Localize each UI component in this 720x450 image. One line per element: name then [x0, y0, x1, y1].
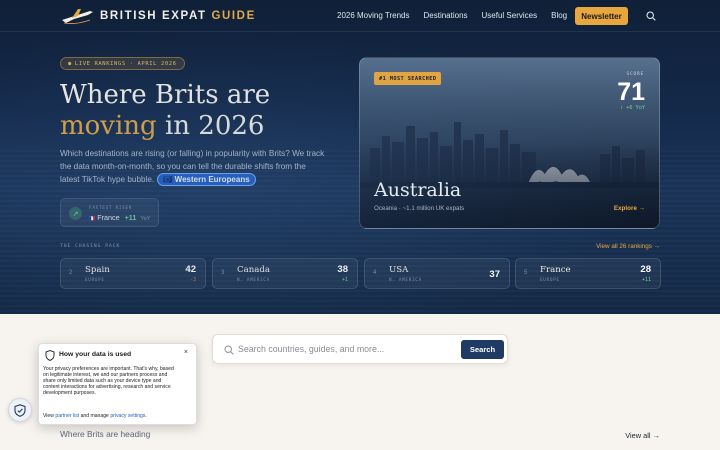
section-view-all-link[interactable]: View all →: [625, 431, 660, 440]
rank-delta: +11: [641, 277, 651, 283]
fastest-riser-value: 🇫🇷 France +11 YoY: [89, 213, 150, 222]
featured-destination-meta: Oceania · ~1.1 million UK expats: [374, 205, 465, 212]
newsletter-button[interactable]: Newsletter: [575, 7, 628, 25]
rank-country: USA: [389, 265, 409, 275]
rank-score: 38: [337, 264, 348, 275]
rank-number: 2: [69, 270, 73, 276]
section-subtitle: Where Brits are heading: [60, 429, 151, 439]
nav-link-useful-services[interactable]: Useful Services: [482, 11, 538, 20]
rank-score: 28: [640, 264, 651, 275]
privacy-consent-dialog: How your data is used × Your privacy pre…: [38, 343, 197, 425]
rank-card-canada[interactable]: 3 Canada N. AMERICA 38 +1: [212, 258, 358, 289]
nav-link-blog[interactable]: Blog: [551, 11, 567, 20]
explore-link[interactable]: Explore →: [614, 205, 645, 212]
consent-footer-text: and manage: [79, 413, 111, 419]
rank-score: 42: [185, 264, 196, 275]
fastest-riser-card[interactable]: ↗ FASTEST RISER 🇫🇷 France +11 YoY: [60, 198, 159, 227]
page-title: Where Brits are moving in 2026: [60, 80, 270, 142]
privacy-settings-button[interactable]: [8, 398, 32, 422]
western-europeans-tag[interactable]: 🇪🇺 Western Europeans: [156, 173, 256, 186]
rank-region: EUROPE: [540, 278, 560, 283]
hero-section: BRITISH EXPAT GUIDE 2026 Moving Trends D…: [0, 0, 720, 314]
rank-card-usa[interactable]: 4 USA N. AMERICA 37: [364, 258, 510, 289]
france-flag-icon: 🇫🇷: [89, 216, 96, 222]
live-rankings-badge: ● LIVE RANKINGS · APRIL 2026: [60, 57, 185, 70]
hero-subtitle: Which destinations are rising (or fallin…: [60, 147, 325, 186]
shield-check-icon: [14, 403, 26, 417]
rank-delta: +1: [341, 277, 348, 283]
featured-destination-card[interactable]: #1 MOST SEARCHED SCORE 71 ↑ +6 YoY Austr…: [359, 57, 660, 229]
rank-country: Canada: [237, 265, 270, 275]
logo-text: BRITISH EXPAT GUIDE: [100, 10, 256, 22]
rank-country: Spain: [85, 265, 110, 275]
consent-footer-text: View: [43, 413, 56, 419]
consent-body: Your privacy preferences are important. …: [43, 366, 174, 397]
nav-links: 2026 Moving Trends Destinations Useful S…: [337, 11, 567, 20]
headline-rest: in 2026: [156, 111, 265, 141]
view-all-rankings-link[interactable]: View all 26 rankings →: [596, 243, 660, 250]
search-icon[interactable]: [646, 11, 656, 21]
score-delta: ↑ +6 YoY: [620, 105, 645, 111]
most-searched-label: #1 MOST SEARCHED: [379, 75, 437, 82]
shield-icon: [45, 350, 55, 361]
headline-line-1: Where Brits are: [60, 80, 271, 110]
rank-region: N. AMERICA: [389, 278, 422, 283]
fastest-riser-unit: YoY: [140, 216, 151, 222]
rank-region: EUROPE: [85, 278, 105, 283]
consent-title: How your data is used: [59, 351, 132, 358]
score-label: SCORE: [626, 72, 644, 77]
airplane-logo-icon: [62, 9, 93, 24]
nav-link-destinations[interactable]: Destinations: [424, 11, 468, 20]
consent-footer: View partner list and manage privacy set…: [43, 413, 147, 419]
rank-number: 4: [373, 270, 377, 276]
rank-card-france[interactable]: 5 France EUROPE 28 +11: [515, 258, 661, 289]
nav-link-moving-trends[interactable]: 2026 Moving Trends: [337, 11, 410, 20]
logo-text-main: BRITISH EXPAT: [100, 10, 212, 22]
search-icon: [224, 345, 234, 355]
logo-text-accent: GUIDE: [211, 10, 256, 22]
trend-up-icon: ↗: [69, 207, 82, 220]
site-logo[interactable]: BRITISH EXPAT GUIDE: [60, 6, 256, 26]
rank-score: 37: [489, 269, 500, 280]
search-input[interactable]: Search countries, guides, and more...: [238, 344, 384, 354]
partner-list-link[interactable]: partner list: [55, 413, 79, 419]
rank-delta: -3: [189, 277, 196, 283]
search-button[interactable]: Search: [461, 340, 504, 359]
rank-country: France: [540, 265, 571, 275]
live-rankings-label: LIVE RANKINGS · APRIL 2026: [74, 60, 177, 67]
top-nav: BRITISH EXPAT GUIDE 2026 Moving Trends D…: [0, 0, 720, 32]
headline-accent-word: moving: [60, 111, 157, 141]
fastest-riser-country: France: [97, 213, 120, 222]
fastest-riser-caption: FASTEST RISER: [89, 205, 133, 210]
fastest-riser-delta: +11: [124, 213, 137, 222]
most-searched-badge: #1 MOST SEARCHED: [374, 72, 442, 85]
chasing-pack-heading: THE CHASING PACK: [60, 244, 121, 249]
consent-footer-text: .: [145, 413, 147, 419]
featured-destination-name: Australia: [374, 179, 462, 201]
live-dot-icon: ●: [68, 60, 72, 67]
rank-card-spain[interactable]: 2 Spain EUROPE 42 -3: [60, 258, 206, 289]
close-icon[interactable]: ×: [184, 349, 188, 356]
site-search-box: Search countries, guides, and more... Se…: [212, 334, 508, 364]
privacy-settings-link[interactable]: privacy settings: [110, 413, 145, 419]
rank-number: 5: [524, 270, 528, 276]
score-value: 71: [617, 78, 645, 106]
rank-number: 3: [221, 270, 225, 276]
rank-region: N. AMERICA: [237, 278, 270, 283]
